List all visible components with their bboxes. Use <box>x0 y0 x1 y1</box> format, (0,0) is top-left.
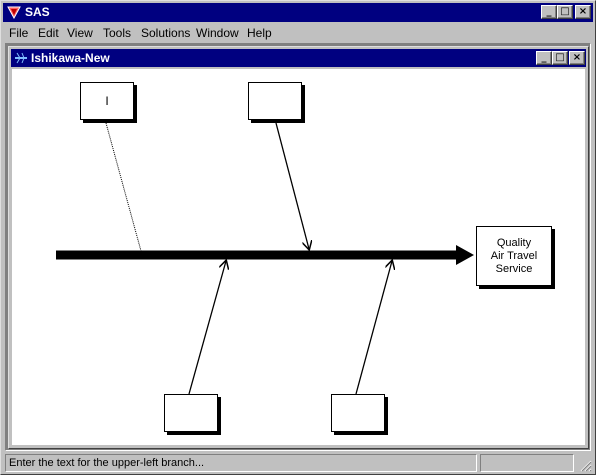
effect-line-1: Quality <box>496 237 532 249</box>
spine-arrowhead <box>456 245 474 265</box>
menu-view[interactable]: View <box>67 26 93 40</box>
doc-maximize-button[interactable]: □ <box>552 51 568 65</box>
maximize-button[interactable]: □ <box>557 5 573 19</box>
statusbar: Enter the text for the upper-left branch… <box>3 453 593 473</box>
minimize-button[interactable]: _ <box>541 5 557 19</box>
close-icon: × <box>572 52 582 63</box>
menubar: File Edit View Tools Solutions Window He… <box>3 23 593 42</box>
branch-box-upper-left[interactable]: I <box>80 82 134 120</box>
effect-box[interactable]: Quality Air Travel Service <box>476 226 552 286</box>
status-message: Enter the text for the upper-left branch… <box>5 454 477 472</box>
close-icon: × <box>578 6 588 17</box>
minimize-icon: _ <box>546 6 552 17</box>
ishikawa-window: Ishikawa-New _ □ × I Quality Air Travel … <box>8 46 589 449</box>
doc-minimize-button[interactable]: _ <box>536 51 552 65</box>
resize-grip-icon[interactable] <box>578 458 592 472</box>
branch-line-upper-right[interactable] <box>275 122 309 249</box>
maximize-icon: □ <box>555 52 565 63</box>
branch-text-upper-left[interactable]: I <box>81 95 133 108</box>
minimize-icon: _ <box>541 52 547 63</box>
maximize-icon: □ <box>560 6 570 17</box>
sas-app-icon <box>7 6 21 19</box>
branch-box-upper-right[interactable] <box>248 82 302 120</box>
diagram-canvas[interactable]: I Quality Air Travel Service <box>12 69 585 445</box>
menu-file[interactable]: File <box>9 26 28 40</box>
app-title: SAS <box>25 5 50 19</box>
app-titlebar[interactable]: SAS _ □ × <box>3 3 593 22</box>
branch-line-upper-left[interactable] <box>105 122 142 252</box>
branch-line-lower-left[interactable] <box>188 261 226 395</box>
document-titlebar[interactable]: Ishikawa-New _ □ × <box>11 49 586 67</box>
status-pane-secondary <box>480 454 574 472</box>
branch-box-lower-right[interactable] <box>331 394 385 432</box>
menu-edit[interactable]: Edit <box>38 26 59 40</box>
close-button[interactable]: × <box>575 5 591 19</box>
effect-line-2: Air Travel <box>490 250 538 262</box>
mdi-client-area: Ishikawa-New _ □ × I Quality Air Travel … <box>5 43 591 451</box>
menu-solutions[interactable]: Solutions <box>141 26 190 40</box>
menu-tools[interactable]: Tools <box>103 26 131 40</box>
branch-line-lower-right[interactable] <box>355 261 392 395</box>
menu-help[interactable]: Help <box>247 26 272 40</box>
menu-window[interactable]: Window <box>196 26 239 40</box>
doc-close-button[interactable]: × <box>569 51 585 65</box>
branch-box-lower-left[interactable] <box>164 394 218 432</box>
sas-main-window: SAS _ □ × File Edit View Tools Solutions… <box>0 0 596 475</box>
ishikawa-diagram-icon <box>14 51 28 65</box>
effect-line-3: Service <box>495 263 533 275</box>
document-title: Ishikawa-New <box>31 51 110 65</box>
